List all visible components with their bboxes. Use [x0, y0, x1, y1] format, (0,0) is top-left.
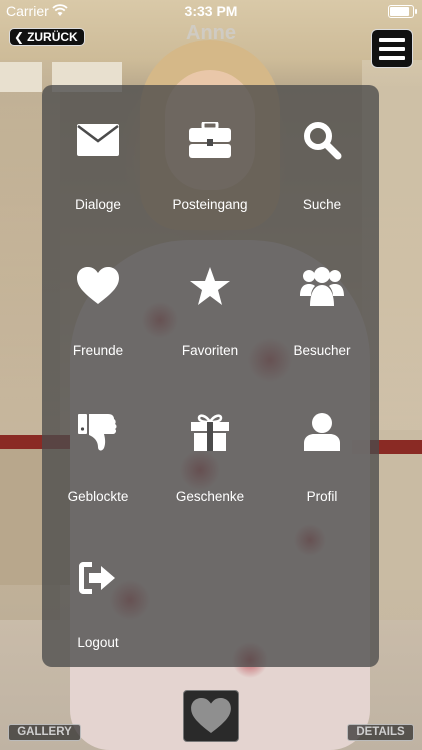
menu-item-label: Freunde: [72, 343, 124, 358]
search-icon: [266, 117, 378, 163]
menu-item-label: Besucher: [293, 343, 351, 358]
menu-item-label: Logout: [77, 635, 119, 650]
users-icon: [266, 263, 378, 309]
status-bar: Carrier 3:33 PM: [0, 0, 422, 22]
heart-icon: [42, 263, 154, 309]
sign-out-icon: [42, 555, 154, 601]
menu-item-geblockte[interactable]: Geblockte: [42, 377, 154, 523]
menu-item-besucher[interactable]: Besucher: [266, 231, 378, 377]
menu-item-label: Favoriten: [181, 343, 239, 358]
menu-item-label: Dialoge: [75, 197, 121, 212]
menu-button[interactable]: [371, 29, 413, 68]
menu-item-favoriten[interactable]: Favoriten: [154, 231, 266, 377]
star-icon: [154, 263, 266, 309]
heart-icon: [191, 698, 231, 734]
menu-item-suche[interactable]: Suche: [266, 85, 378, 231]
menu-item-logout[interactable]: Logout: [42, 523, 154, 669]
main-menu-panel: Dialoge Posteingang Suche Freunde Favori…: [42, 85, 379, 667]
hamburger-menu-icon-bar: [379, 55, 405, 60]
hamburger-menu-icon-bar: [379, 46, 405, 51]
menu-item-label: Geblockte: [67, 489, 129, 504]
menu-item-posteingang[interactable]: Posteingang: [154, 85, 266, 231]
menu-item-label: Profil: [306, 489, 338, 504]
menu-item-dialoge[interactable]: Dialoge: [42, 85, 154, 231]
menu-item-label: Posteingang: [172, 197, 248, 212]
envelope-icon: [42, 117, 154, 163]
status-time: 3:33 PM: [184, 3, 238, 19]
details-button[interactable]: DETAILS: [347, 724, 414, 741]
menu-item-profil[interactable]: Profil: [266, 377, 378, 523]
hamburger-menu-icon-bar: [379, 37, 405, 42]
gift-icon: [154, 409, 266, 455]
menu-item-label: Suche: [302, 197, 342, 212]
battery-icon: [388, 5, 417, 18]
background-sign: [0, 62, 42, 92]
gallery-button[interactable]: GALLERY: [8, 724, 81, 741]
briefcase-icon: [154, 117, 266, 163]
profile-name-title: Anne: [186, 22, 236, 44]
menu-item-geschenke[interactable]: Geschenke: [154, 377, 266, 523]
thumbs-down-icon: [42, 409, 154, 455]
like-button[interactable]: [183, 690, 239, 742]
menu-item-label: Geschenke: [175, 489, 245, 504]
menu-item-freunde[interactable]: Freunde: [42, 231, 154, 377]
user-icon: [266, 409, 378, 455]
